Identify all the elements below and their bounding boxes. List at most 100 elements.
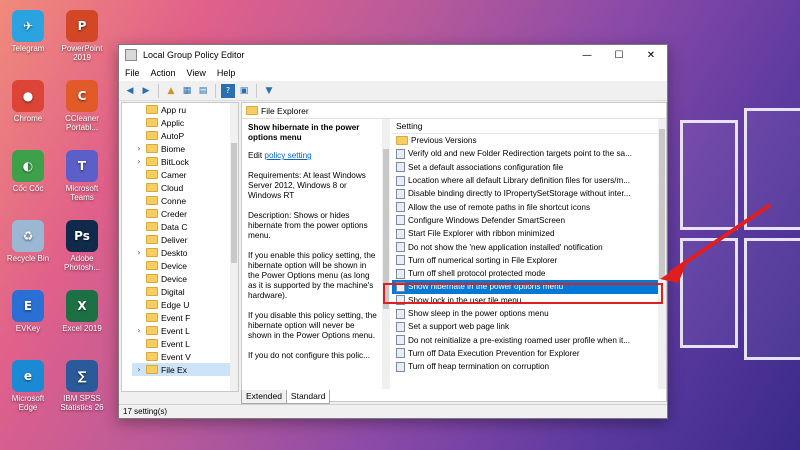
- menu-action[interactable]: Action: [151, 68, 176, 78]
- tree-item-label: Data C: [161, 221, 188, 232]
- setting-row[interactable]: Previous Versions: [392, 134, 666, 147]
- desktop-icon[interactable]: C CCleaner Portabl...: [56, 80, 108, 132]
- setting-row[interactable]: Do not show the 'new application install…: [392, 240, 666, 253]
- view-tabs: Extended Standard: [241, 390, 331, 404]
- menu-help[interactable]: Help: [217, 68, 236, 78]
- description-scrollbar[interactable]: [382, 119, 390, 389]
- desktop-icon[interactable]: Ps Adobe Photosh...: [56, 220, 108, 272]
- setting-row[interactable]: Turn off heap termination on corruption: [392, 360, 666, 373]
- expand-chevron-icon[interactable]: ›: [132, 144, 146, 153]
- desktop-icon[interactable]: ◐ Cốc Cốc: [2, 150, 54, 193]
- close-button[interactable]: ✕: [635, 50, 667, 61]
- folder-icon: [146, 339, 158, 348]
- tree-item-label: Digital: [161, 286, 185, 297]
- expand-chevron-icon[interactable]: ›: [132, 365, 146, 374]
- tree-item[interactable]: Event V: [132, 350, 238, 363]
- setting-column-header[interactable]: Setting: [392, 119, 666, 134]
- app-icon: T: [66, 150, 98, 182]
- help-icon[interactable]: ?: [221, 83, 235, 98]
- up-folder-icon[interactable]: ▲: [164, 84, 178, 98]
- desktop-icon[interactable]: ✈ Telegram: [2, 10, 54, 53]
- tree-item[interactable]: › Biome: [132, 142, 238, 155]
- setting-row[interactable]: Start File Explorer with ribbon minimize…: [392, 227, 666, 240]
- tree-item[interactable]: › Event L: [132, 324, 238, 337]
- tree-item[interactable]: › File Ex: [132, 363, 238, 376]
- window-title: Local Group Policy Editor: [143, 50, 245, 60]
- setting-row[interactable]: Set a support web page link: [392, 320, 666, 333]
- tree-item[interactable]: App ru: [132, 103, 238, 116]
- desktop-icon[interactable]: ● Chrome: [2, 80, 54, 123]
- desktop-icon[interactable]: P PowerPoint 2019: [56, 10, 108, 62]
- tree-item-label: Camer: [161, 169, 187, 180]
- policy-setting-icon: [396, 215, 405, 226]
- folder-icon: [146, 300, 158, 309]
- desktop-icon-label: Cốc Cốc: [12, 184, 44, 193]
- tree-item[interactable]: › BitLock: [132, 155, 238, 168]
- maximize-button[interactable]: ☐: [603, 50, 635, 61]
- show-hide-tree-icon[interactable]: ▦: [180, 84, 194, 98]
- setting-row[interactable]: Verify old and new Folder Redirection ta…: [392, 147, 666, 160]
- setting-row[interactable]: Disable binding directly to IPropertySet…: [392, 187, 666, 200]
- setting-row[interactable]: Location where all default Library defin…: [392, 174, 666, 187]
- setting-row[interactable]: Set a default associations configuration…: [392, 161, 666, 174]
- folder-icon: [146, 248, 158, 257]
- title-bar[interactable]: Local Group Policy Editor — ☐ ✕: [119, 45, 667, 65]
- desktop-icon[interactable]: X Excel 2019: [56, 290, 108, 333]
- tab-extended[interactable]: Extended: [241, 390, 287, 404]
- setting-row[interactable]: Configure Windows Defender SmartScreen: [392, 214, 666, 227]
- tree-item[interactable]: Device: [132, 272, 238, 285]
- app-icon: e: [12, 360, 44, 392]
- desktop-icon[interactable]: ∑ IBM SPSS Statistics 26: [56, 360, 108, 412]
- enable-text: If you enable this policy setting, the h…: [248, 251, 376, 300]
- back-icon[interactable]: ◀: [123, 84, 137, 98]
- tree-item[interactable]: Event L: [132, 337, 238, 350]
- policy-setting-icon: [396, 255, 405, 266]
- minimize-button[interactable]: —: [571, 50, 603, 61]
- expand-chevron-icon[interactable]: ›: [132, 326, 146, 335]
- menu-file[interactable]: File: [125, 68, 140, 78]
- tree-item[interactable]: › Deskto: [132, 246, 238, 259]
- tree-item[interactable]: Deliver: [132, 233, 238, 246]
- edit-policy-link[interactable]: policy setting: [264, 151, 311, 160]
- desktop-icon[interactable]: e Microsoft Edge: [2, 360, 54, 412]
- setting-label: Turn off heap termination on corruption: [408, 362, 550, 372]
- filter-icon[interactable]: ▼: [262, 84, 276, 98]
- tree-item[interactable]: Camer: [132, 168, 238, 181]
- tree-item[interactable]: Cloud: [132, 181, 238, 194]
- desktop-icon[interactable]: T Microsoft Teams: [56, 150, 108, 202]
- policy-setting-icon: [396, 321, 405, 332]
- desktop-icon[interactable]: E EVKey: [2, 290, 54, 333]
- tree-item-label: Deliver: [161, 234, 188, 245]
- expand-chevron-icon[interactable]: ›: [132, 157, 146, 166]
- export-list-icon[interactable]: ▤: [196, 84, 210, 98]
- tree-scrollbar[interactable]: [230, 103, 238, 391]
- tree-item[interactable]: Data C: [132, 220, 238, 233]
- expand-chevron-icon[interactable]: ›: [132, 248, 146, 257]
- tree-item[interactable]: Device: [132, 259, 238, 272]
- tab-standard[interactable]: Standard: [285, 390, 331, 404]
- setting-row[interactable]: Show sleep in the power options menu: [392, 307, 666, 320]
- tree-item-label: Event F: [161, 312, 191, 323]
- setting-row[interactable]: Turn off numerical sorting in File Explo…: [392, 254, 666, 267]
- tree-item[interactable]: Event F: [132, 311, 238, 324]
- setting-label: Turn off numerical sorting in File Explo…: [408, 255, 558, 265]
- tree-item[interactable]: Conne: [132, 194, 238, 207]
- policy-title: Show hibernate in the power options menu: [248, 123, 360, 142]
- tree-item[interactable]: Edge U: [132, 298, 238, 311]
- desktop-icon[interactable]: ♻ Recycle Bin: [2, 220, 54, 263]
- tree-item[interactable]: Creder: [132, 207, 238, 220]
- setting-row[interactable]: Turn off shell protocol protected mode: [392, 267, 666, 280]
- setting-row[interactable]: Allow the use of remote paths in file sh…: [392, 200, 666, 213]
- policy-setting-icon: [396, 175, 405, 186]
- tree-item[interactable]: Applic: [132, 116, 238, 129]
- tree-item[interactable]: Digital: [132, 285, 238, 298]
- tree-item[interactable]: AutoP: [132, 129, 238, 142]
- setting-row[interactable]: Do not reinitialize a pre-existing roame…: [392, 333, 666, 346]
- forward-icon[interactable]: ▶: [139, 84, 153, 98]
- setting-label: Turn off shell protocol protected mode: [408, 269, 546, 279]
- setting-row[interactable]: Turn off Data Execution Prevention for E…: [392, 347, 666, 360]
- folder-icon: [146, 235, 158, 244]
- menu-view[interactable]: View: [187, 68, 206, 78]
- tree-item-label: AutoP: [161, 130, 185, 141]
- properties-icon[interactable]: ▣: [237, 84, 251, 98]
